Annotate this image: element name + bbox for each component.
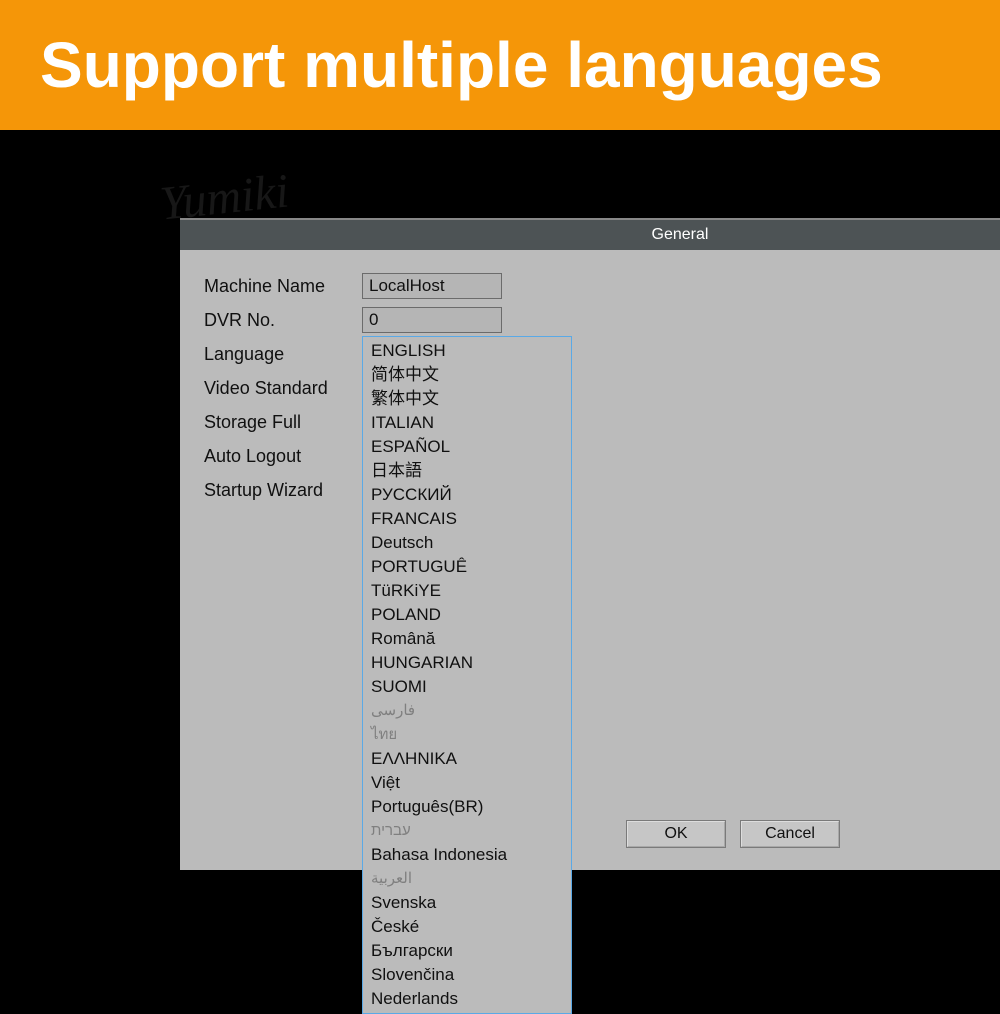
- dialog-buttons: OK Cancel: [626, 820, 840, 848]
- language-dropdown[interactable]: ENGLISH简体中文繁体中文ITALIANESPAÑOL日本語РУССКИЙF…: [362, 336, 572, 1014]
- language-option[interactable]: České: [363, 915, 571, 939]
- label-storage-full: Storage Full: [204, 412, 362, 433]
- cancel-button[interactable]: Cancel: [740, 820, 840, 848]
- language-option[interactable]: SUOMI: [363, 675, 571, 699]
- general-settings-dialog: General Machine Name LocalHost DVR No. 0…: [180, 218, 1000, 870]
- row-storage-full: Storage Full: [204, 406, 1000, 438]
- input-dvr-no[interactable]: 0: [362, 307, 502, 333]
- language-option[interactable]: TüRKiYE: [363, 579, 571, 603]
- row-video-standard: Video Standard: [204, 372, 1000, 404]
- language-option[interactable]: العربية: [363, 867, 571, 891]
- language-option[interactable]: ENGLISH: [363, 339, 571, 363]
- language-option[interactable]: Slovenčina: [363, 963, 571, 987]
- input-machine-name[interactable]: LocalHost: [362, 273, 502, 299]
- label-machine-name: Machine Name: [204, 276, 362, 297]
- language-option[interactable]: ไทย: [363, 723, 571, 747]
- language-option[interactable]: فارسی: [363, 699, 571, 723]
- language-option[interactable]: Български: [363, 939, 571, 963]
- language-option[interactable]: 繁体中文: [363, 387, 571, 411]
- language-option[interactable]: Deutsch: [363, 531, 571, 555]
- language-option[interactable]: עברית: [363, 819, 571, 843]
- language-option[interactable]: Việt: [363, 771, 571, 795]
- language-option[interactable]: Português(BR): [363, 795, 571, 819]
- label-dvr-no: DVR No.: [204, 310, 362, 331]
- language-option[interactable]: Bahasa Indonesia: [363, 843, 571, 867]
- banner-title: Support multiple languages: [40, 28, 883, 102]
- language-option[interactable]: Svenska: [363, 891, 571, 915]
- language-option[interactable]: Română: [363, 627, 571, 651]
- row-auto-logout: Auto Logout: [204, 440, 1000, 472]
- language-option[interactable]: ESPAÑOL: [363, 435, 571, 459]
- language-option[interactable]: PORTUGUÊ: [363, 555, 571, 579]
- row-dvr-no: DVR No. 0: [204, 304, 1000, 336]
- language-option[interactable]: 日本語: [363, 459, 571, 483]
- row-startup-wizard: Startup Wizard: [204, 474, 1000, 506]
- label-auto-logout: Auto Logout: [204, 446, 362, 467]
- language-option[interactable]: HUNGARIAN: [363, 651, 571, 675]
- language-option[interactable]: POLAND: [363, 603, 571, 627]
- label-video-standard: Video Standard: [204, 378, 362, 399]
- language-option[interactable]: FRANCAIS: [363, 507, 571, 531]
- promo-banner: Support multiple languages: [0, 0, 1000, 130]
- language-option[interactable]: РУССКИЙ: [363, 483, 571, 507]
- row-language: Language ENGLISH: [204, 338, 1000, 370]
- dialog-content: Machine Name LocalHost DVR No. 0 Languag…: [180, 250, 1000, 870]
- language-option[interactable]: ITALIAN: [363, 411, 571, 435]
- dialog-title: General: [180, 220, 1000, 250]
- language-option[interactable]: ΕΛΛΗΝΙΚΑ: [363, 747, 571, 771]
- language-option[interactable]: Nederlands: [363, 987, 571, 1011]
- language-option[interactable]: 简体中文: [363, 363, 571, 387]
- label-startup-wizard: Startup Wizard: [204, 480, 362, 501]
- label-language: Language: [204, 344, 362, 365]
- ok-button[interactable]: OK: [626, 820, 726, 848]
- row-machine-name: Machine Name LocalHost: [204, 270, 1000, 302]
